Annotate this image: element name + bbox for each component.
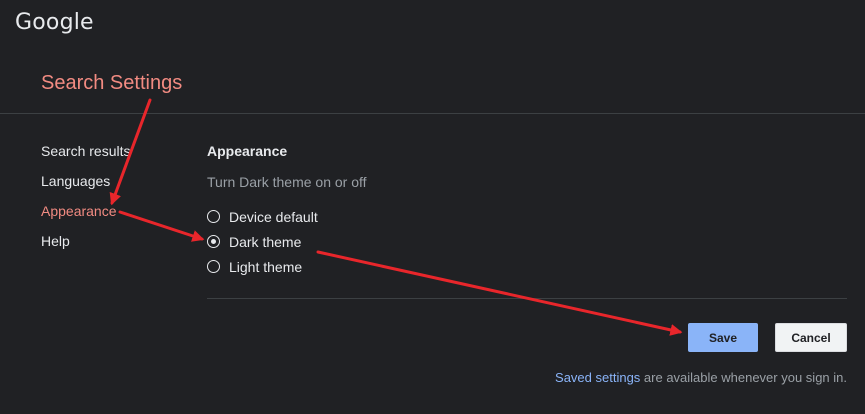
arrow-to-dark-theme-icon — [118, 210, 205, 242]
section-description: Turn Dark theme on or off — [207, 174, 367, 190]
saved-settings-text: are available whenever you sign in. — [640, 370, 847, 385]
page-title: Search Settings — [41, 72, 183, 94]
radio-dark-theme[interactable]: Dark theme — [207, 229, 847, 254]
radio-button-icon[interactable] — [207, 210, 220, 223]
theme-radio-group: Device default Dark theme Light theme — [207, 204, 847, 279]
google-logo[interactable]: Google — [15, 10, 94, 35]
save-button[interactable]: Save — [688, 323, 758, 352]
radio-label: Dark theme — [229, 233, 302, 250]
radio-light-theme[interactable]: Light theme — [207, 254, 847, 279]
saved-settings-link[interactable]: Saved settings — [555, 370, 640, 385]
radio-button-checked-icon[interactable] — [207, 235, 220, 248]
sidebar-item-search-results[interactable]: Search results — [41, 141, 130, 171]
radio-label: Device default — [229, 208, 318, 225]
section-heading: Appearance — [207, 143, 288, 159]
sidebar-item-help[interactable]: Help — [41, 231, 130, 261]
header-divider — [0, 113, 865, 114]
settings-sidebar: Search results Languages Appearance Help — [41, 141, 130, 261]
saved-settings-note: Saved settings are available whenever yo… — [555, 370, 847, 385]
cancel-button[interactable]: Cancel — [775, 323, 847, 352]
radio-label: Light theme — [229, 258, 303, 275]
radio-device-default[interactable]: Device default — [207, 204, 847, 229]
content-divider — [207, 298, 847, 299]
radio-button-icon[interactable] — [207, 260, 220, 273]
sidebar-item-appearance[interactable]: Appearance — [41, 201, 130, 231]
sidebar-item-languages[interactable]: Languages — [41, 171, 130, 201]
appearance-section: Appearance Turn Dark theme on or off Dev… — [207, 141, 847, 279]
